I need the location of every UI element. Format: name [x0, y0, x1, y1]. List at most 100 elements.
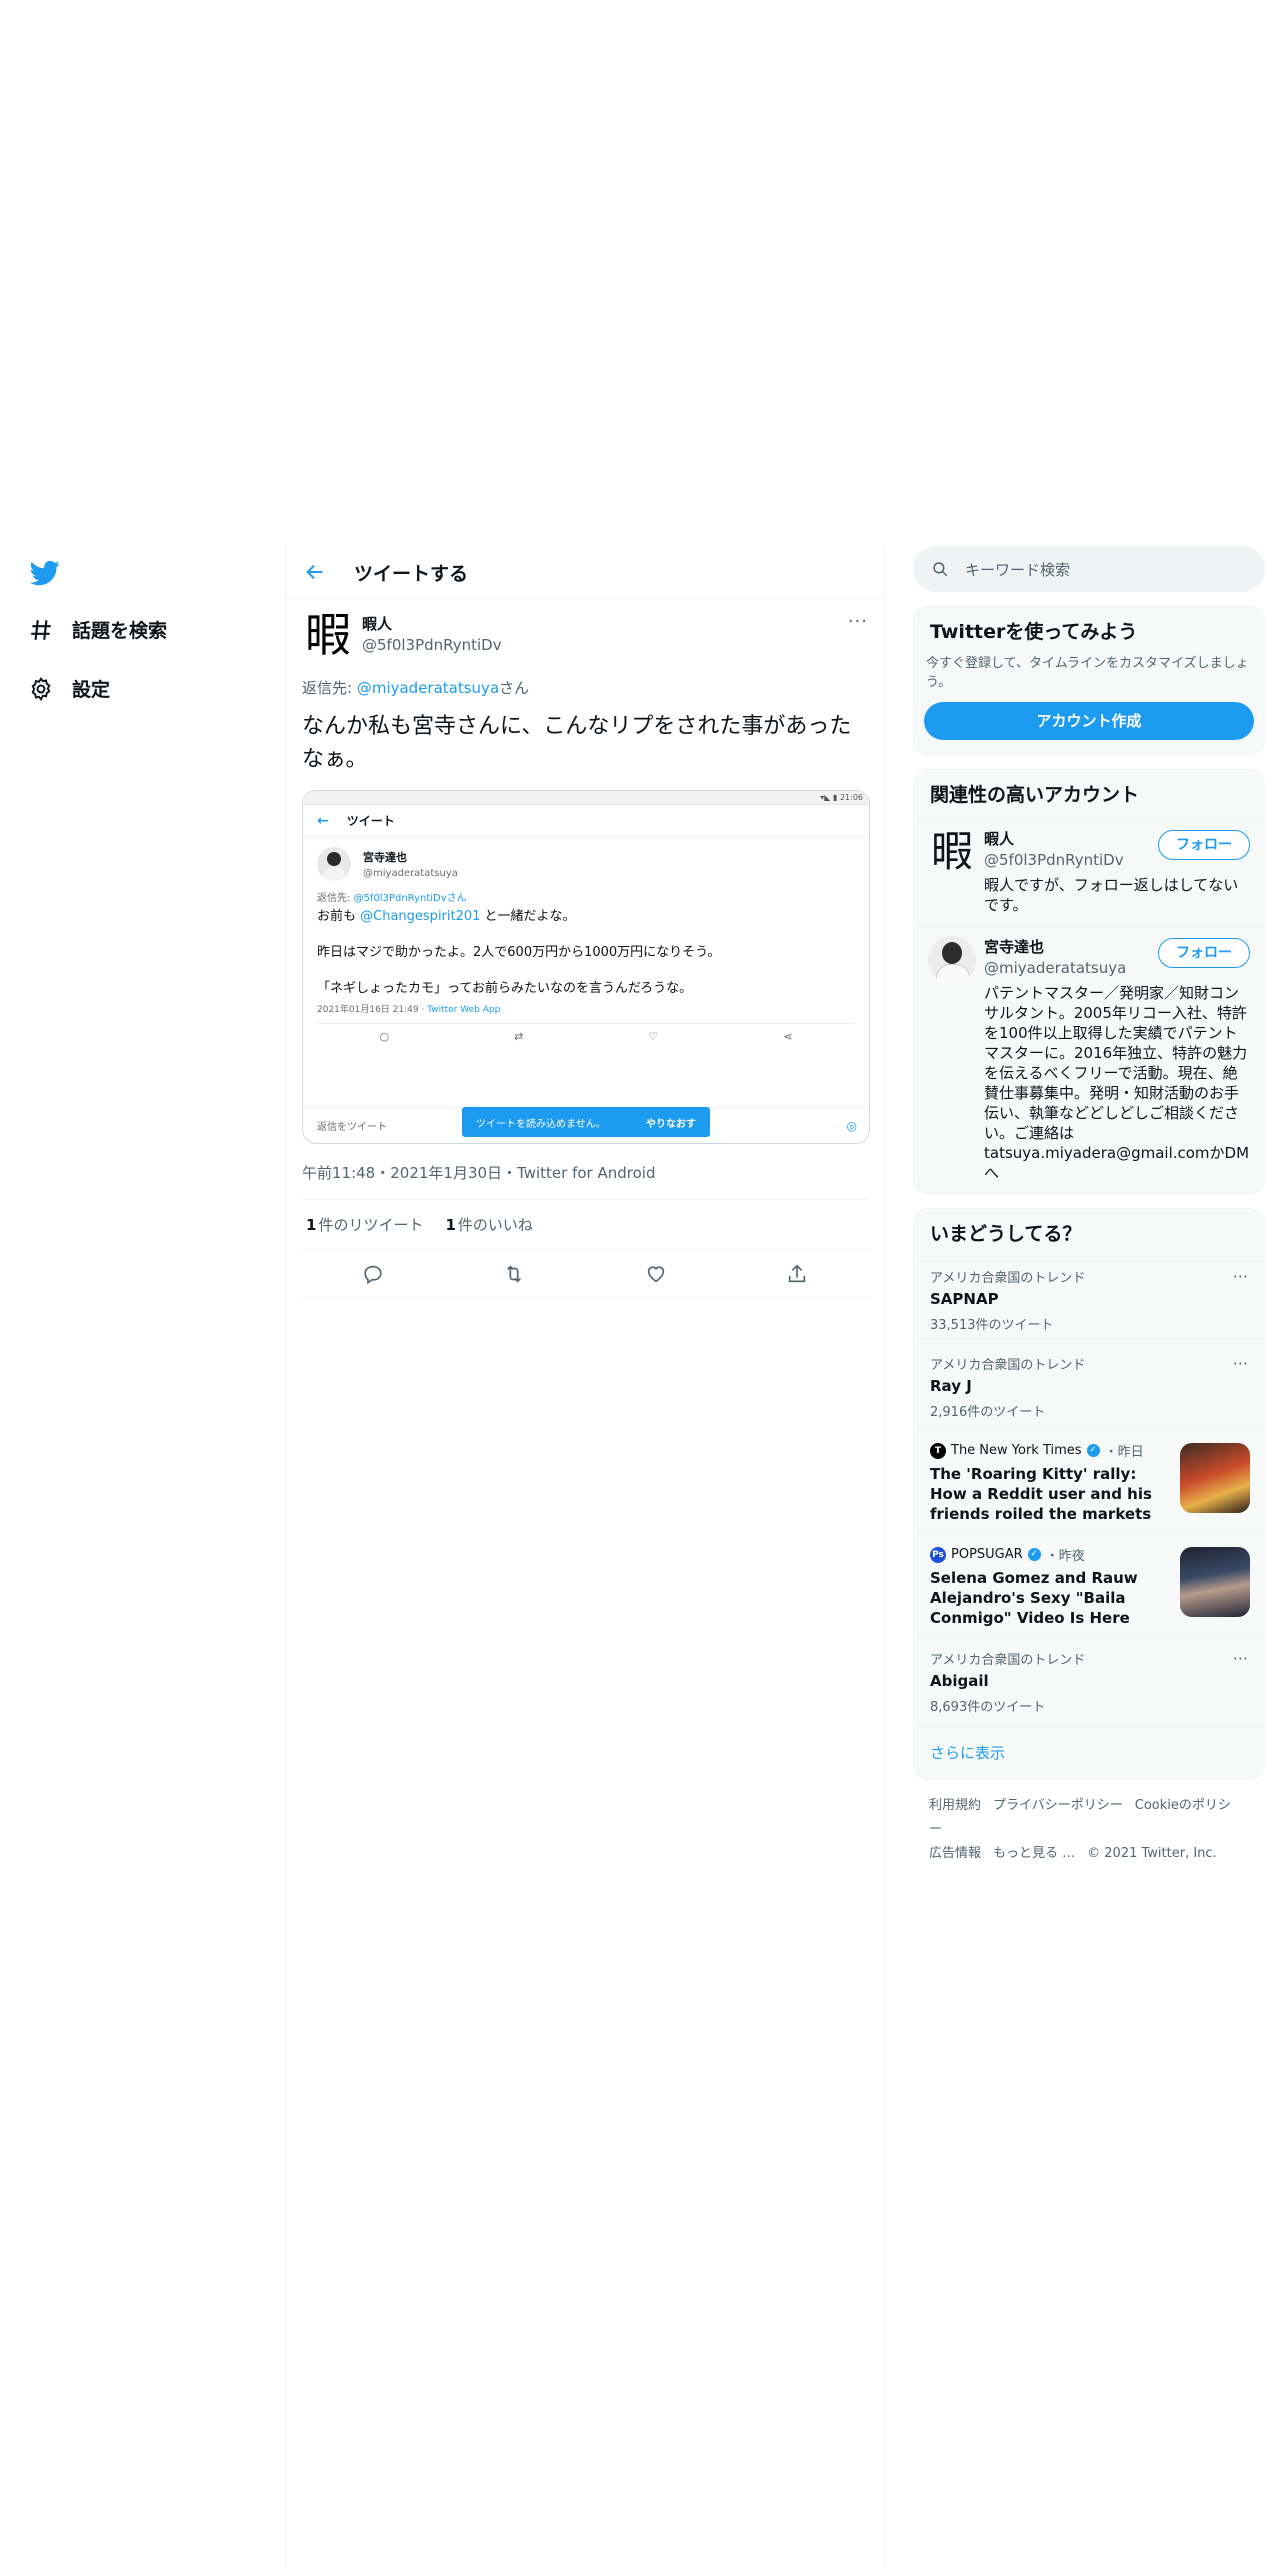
image-error-toast: ツイートを読み込めません。 やりなおす: [462, 1107, 710, 1137]
reply-prefix: 返信先:: [302, 679, 357, 697]
relevant-title: 関連性の高いアカウント: [930, 784, 1140, 806]
page-title: ツイートする: [354, 562, 469, 585]
footer-link[interactable]: プライバシーポリシー: [993, 1798, 1123, 1813]
news-item[interactable]: T The New York Times ✓ ・昨日 The 'Roaring …: [914, 1430, 1264, 1534]
retweet-icon[interactable]: [503, 1263, 525, 1285]
trend-name: SAPNAP: [930, 1290, 999, 1308]
reply-suffix: さん: [499, 679, 530, 697]
avatar[interactable]: 暇: [302, 609, 354, 661]
nav-explore[interactable]: 話題を検索: [28, 616, 167, 643]
twitter-logo-icon[interactable]: [28, 558, 62, 588]
account-avatar: [928, 936, 976, 984]
footer-link[interactable]: 利用規約: [929, 1798, 981, 1813]
trend-context: アメリカ合衆国のトレンド: [930, 1271, 1086, 1286]
image-toast-text: ツイートを読み込めません。: [476, 1118, 606, 1130]
retweet-count: 1: [306, 1216, 317, 1234]
image-meta-time: 2021年01月16日 21:49 ·: [317, 1005, 428, 1015]
search-icon: [933, 562, 948, 577]
signup-card: Twitterを使ってみよう 今すぐ登録して、タイムラインをカスタマイズしましょ…: [913, 606, 1265, 755]
verified-icon: ✓: [1027, 1548, 1041, 1561]
image-mention-link: @Changespirit201: [360, 909, 481, 924]
like-stat[interactable]: 1 件のいいね: [445, 1214, 532, 1235]
tweet-image[interactable]: ▾◣ ▮ 21:06 ← ツイート 宮寺達也 @miyaderatatsuya …: [302, 790, 870, 1144]
news-item[interactable]: Ps POPSUGAR ✓ ・昨夜 Selena Gomez and Rauw …: [914, 1534, 1264, 1638]
show-more-link[interactable]: さらに表示: [914, 1725, 1264, 1779]
footer-link[interactable]: 広告情報: [929, 1846, 981, 1861]
image-statusbar: ▾◣ ▮ 21:06: [303, 791, 869, 805]
tweet-author: 暇 暇人 @5f0l3PdnRyntiDv ···: [302, 609, 868, 671]
account-bio: パテントマスター／発明家／知財コンサルタント。2005年リコー入社、特許を100…: [984, 984, 1250, 1182]
nav-settings[interactable]: 設定: [28, 675, 110, 702]
image-author-name: 宮寺達也: [363, 851, 407, 864]
more-options-icon[interactable]: ···: [848, 611, 868, 632]
nyt-logo-icon: T: [930, 1442, 946, 1459]
reply-handle-link[interactable]: @miyaderatatsuya: [357, 679, 499, 697]
news-time: ・昨日: [1104, 1445, 1144, 1460]
image-text-line2: 昨日はマジで助かったよ。2人で600万円から1000万円になりそう。: [317, 945, 721, 960]
trend-context: アメリカ合衆国のトレンド: [930, 1358, 1086, 1373]
retweet-stat[interactable]: 1 件のリツイート: [306, 1214, 423, 1235]
image-actions: ○ ⇄ ♡ ⋖: [317, 1023, 855, 1043]
reply-context: 返信先: @miyaderatatsuyaさん: [302, 677, 868, 698]
news-source-name: POPSUGAR: [951, 1547, 1023, 1562]
account-item[interactable]: 暇 暇人 @5f0l3PdnRyntiDv 暇人ですが、フォロー返しはしてないで…: [914, 817, 1264, 925]
follow-button[interactable]: フォロー: [1158, 938, 1250, 968]
account-bio: 暇人ですが、フォロー返しはしてないです。: [984, 876, 1239, 914]
share-icon[interactable]: [786, 1263, 808, 1285]
account-item[interactable]: 宮寺達也 @miyaderatatsuya パテントマスター／発明家／知財コンサ…: [914, 925, 1264, 1193]
image-text-line1-post: と一緒だよな。: [480, 909, 576, 924]
news-source: T The New York Times ✓ ・昨日: [930, 1441, 1172, 1460]
image-text-line1-pre: お前も: [317, 909, 361, 924]
more-icon[interactable]: ···: [1233, 1267, 1248, 1286]
more-icon[interactable]: ···: [1233, 1354, 1248, 1373]
popsugar-logo-icon: Ps: [930, 1546, 946, 1563]
search-input[interactable]: キーワード検索: [913, 546, 1265, 592]
image-reply-handle: @5f0l3PdnRyntiDv: [353, 893, 447, 904]
news-thumbnail: [1180, 1547, 1250, 1617]
trends-title: いまどうしてる？: [930, 1223, 1082, 1245]
search-placeholder: キーワード検索: [965, 560, 1071, 579]
image-reply-placeholder: 返信をツイート: [317, 1122, 387, 1133]
tweet-actions: [302, 1250, 868, 1298]
trend-item[interactable]: アメリカ合衆国のトレンド Abigail 8,693件のツイート ···: [914, 1638, 1264, 1725]
nav-explore-label: 話題を検索: [72, 620, 168, 642]
nav-settings-label: 設定: [72, 679, 111, 701]
news-source-name: The New York Times: [951, 1443, 1082, 1458]
create-account-button[interactable]: アカウント作成: [924, 702, 1254, 740]
news-time: ・昨夜: [1045, 1549, 1085, 1564]
image-tweet-text: お前も @Changespirit201 と一緒だよな。 昨日はマジで助かったよ…: [317, 906, 855, 1000]
tweet-text: なんか私も宮寺さんに、こんなリプをされた事があったなぁ。: [302, 714, 852, 772]
trend-context: アメリカ合衆国のトレンド: [930, 1653, 1086, 1668]
follow-button[interactable]: フォロー: [1158, 830, 1250, 860]
footer-link[interactable]: もっと見る …: [993, 1846, 1075, 1861]
image-back-arrow-icon: ←: [317, 812, 329, 829]
trend-name: Ray J: [930, 1377, 972, 1395]
like-label: 件のいいね: [457, 1216, 533, 1234]
image-avatar: [317, 847, 351, 881]
image-header: ← ツイート: [303, 805, 869, 837]
trend-count: 33,513件のツイート: [930, 1318, 1054, 1333]
back-arrow-icon[interactable]: [304, 561, 326, 583]
trend-item[interactable]: アメリカ合衆国のトレンド Ray J 2,916件のツイート ···: [914, 1343, 1264, 1430]
footer: 利用規約 プライバシーポリシー Cookieのポリシー 広告情報 もっと見る … © 2…: [913, 1780, 1265, 1880]
trends-card: いまどうしてる？ アメリカ合衆国のトレンド SAPNAP 33,513件のツイー…: [913, 1208, 1265, 1780]
image-reply-suffix: さん: [446, 893, 467, 904]
author-handle[interactable]: @5f0l3PdnRyntiDv: [362, 636, 502, 654]
tweet-timestamp[interactable]: 午前11:48・2021年1月30日・Twitter for Android: [302, 1162, 868, 1200]
image-author: 宮寺達也 @miyaderatatsuya: [317, 847, 855, 881]
like-icon[interactable]: [645, 1263, 667, 1285]
retweet-label: 件のリツイート: [318, 1216, 424, 1234]
news-headline: Selena Gomez and Rauw Alejandro's Sexy "…: [930, 1569, 1138, 1627]
reply-icon[interactable]: [362, 1263, 384, 1285]
image-meta-client: Twitter Web App: [427, 1005, 501, 1015]
verified-icon: ✓: [1086, 1444, 1100, 1457]
author-name[interactable]: 暇人: [362, 613, 502, 634]
trend-item[interactable]: アメリカ合衆国のトレンド SAPNAP 33,513件のツイート ···: [914, 1256, 1264, 1343]
top-blank-area: [0, 0, 1284, 546]
image-reply-context: 返信先: @5f0l3PdnRyntiDvさん: [317, 889, 855, 904]
more-icon[interactable]: ···: [1233, 1649, 1248, 1668]
news-thumbnail: [1180, 1443, 1250, 1513]
left-nav: 話題を検索 設定: [0, 546, 285, 2568]
relevant-accounts-card: 関連性の高いアカウント 暇 暇人 @5f0l3PdnRyntiDv 暇人ですが、…: [913, 769, 1265, 1194]
image-camera-icon: ◎: [846, 1119, 857, 1133]
